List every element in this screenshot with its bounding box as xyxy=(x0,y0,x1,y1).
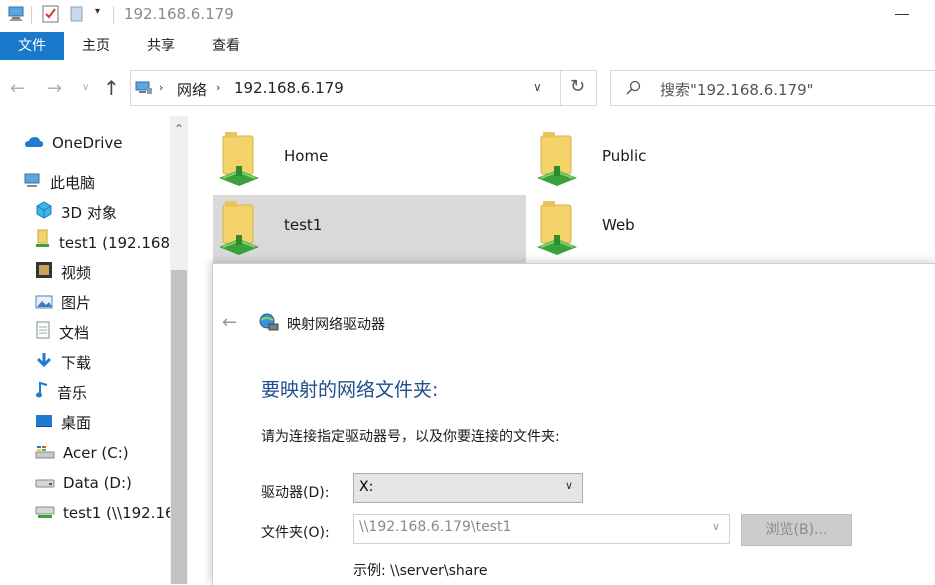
network-icon xyxy=(135,81,152,94)
sidebar-item[interactable]: 音乐 xyxy=(35,379,170,407)
3d-objects-icon xyxy=(35,200,53,228)
sidebar-item-label: 3D 对象 xyxy=(61,204,117,222)
example-text: 示例: \\server\share xyxy=(353,563,488,579)
music-icon xyxy=(35,380,49,408)
sidebar-item-label: 此电脑 xyxy=(50,174,96,192)
sidebar-item[interactable]: 文档 xyxy=(35,319,170,347)
sidebar-item[interactable]: Acer (C:) xyxy=(35,439,170,467)
drive-select-chevron-icon[interactable]: ∨ xyxy=(565,479,573,492)
ribbon-bar xyxy=(0,31,935,63)
sidebar-item[interactable]: OneDrive xyxy=(24,129,170,157)
sidebar-scroll-thumb[interactable] xyxy=(171,270,187,584)
drive-select[interactable] xyxy=(353,473,583,503)
sidebar-item[interactable]: 3D 对象 xyxy=(35,199,170,227)
documents-icon xyxy=(35,320,51,348)
this-pc-icon xyxy=(24,170,42,198)
recent-locations-chevron-icon[interactable]: ∨ xyxy=(82,82,89,93)
drive-d-icon xyxy=(35,470,55,498)
desktop-icon xyxy=(35,410,53,438)
sidebar-item[interactable]: 桌面 xyxy=(35,409,170,437)
network-share-folder-icon xyxy=(213,197,265,261)
address-dropdown-chevron-icon[interactable]: ∨ xyxy=(533,80,542,94)
properties-check-icon[interactable] xyxy=(42,5,60,23)
sidebar-item-label: Data (D:) xyxy=(63,474,132,492)
folder-item[interactable]: test1 xyxy=(213,195,526,263)
breadcrumb-network[interactable]: 网络 xyxy=(177,79,207,100)
folder-item[interactable]: Public xyxy=(531,126,844,194)
breadcrumb-chevron-icon[interactable]: › xyxy=(216,81,220,94)
tab-file[interactable]: 文件 xyxy=(0,32,64,60)
sidebar-item-label: 图片 xyxy=(61,294,92,312)
sidebar-item-label: 下载 xyxy=(61,354,92,372)
window-title: 192.168.6.179 xyxy=(124,5,234,23)
download-icon xyxy=(35,350,53,378)
title-separator xyxy=(31,6,32,24)
tab-share[interactable]: 共享 xyxy=(147,32,175,60)
sidebar-item-label: test1 (192.168.6.179) xyxy=(59,234,170,252)
folder-item[interactable]: Home xyxy=(213,126,526,194)
breadcrumb-chevron-icon[interactable]: › xyxy=(159,81,163,94)
network-drive-globe-icon xyxy=(259,313,279,331)
back-arrow-icon[interactable]: ← xyxy=(10,78,25,99)
pictures-icon xyxy=(35,290,53,318)
sidebar-item-label: Acer (C:) xyxy=(63,444,129,462)
computer-icon xyxy=(8,6,24,21)
network-share-folder-icon xyxy=(531,128,583,192)
folder-combobox-chevron-icon[interactable]: ∨ xyxy=(712,520,720,533)
new-folder-icon[interactable] xyxy=(70,6,84,22)
sidebar-item[interactable]: 图片 xyxy=(35,289,170,317)
folder-name: test1 xyxy=(284,216,323,234)
browse-button[interactable]: 浏览(B)... xyxy=(741,514,852,546)
network-share-folder-icon xyxy=(213,128,265,192)
file-list: Home Public test1 Web xyxy=(190,116,935,263)
sidebar-item[interactable]: Data (D:) xyxy=(35,469,170,497)
refresh-icon[interactable]: ↻ xyxy=(570,76,585,97)
sidebar-item[interactable]: 视频 xyxy=(35,259,170,287)
dialog-instruction: 请为连接指定驱动器号，以及你要连接的文件夹: xyxy=(261,429,560,445)
dialog-back-arrow-icon[interactable]: ← xyxy=(222,312,237,333)
forward-arrow-icon[interactable]: → xyxy=(47,78,62,99)
folder-label: 文件夹(O): xyxy=(261,525,330,541)
dialog-heading: 要映射的网络文件夹: xyxy=(261,379,439,401)
breadcrumb-host[interactable]: 192.168.6.179 xyxy=(234,79,344,97)
minimize-button[interactable] xyxy=(895,14,909,15)
quick-access-dropdown-icon[interactable]: ▾ xyxy=(95,6,100,17)
folder-name: Public xyxy=(602,147,647,165)
search-input[interactable]: 搜索"192.168.6.179" xyxy=(660,79,814,100)
sidebar-item-label: 视频 xyxy=(61,264,92,282)
sidebar-item-label: 桌面 xyxy=(61,414,92,432)
drive-select-value: X: xyxy=(359,479,374,495)
folder-item[interactable]: Web xyxy=(531,195,844,263)
tab-view[interactable]: 查看 xyxy=(212,32,240,60)
drive-label: 驱动器(D): xyxy=(261,485,330,501)
search-icon xyxy=(626,80,641,95)
network-folder-icon xyxy=(35,229,51,257)
sidebar-item[interactable]: 此电脑 xyxy=(24,169,170,197)
sidebar-item[interactable]: 下载 xyxy=(35,349,170,377)
scroll-up-arrow-icon[interactable]: ⌃ xyxy=(170,116,188,142)
video-icon xyxy=(35,260,53,288)
sidebar-item[interactable]: test1 (\\192.168.6.179) xyxy=(35,499,170,527)
folder-combobox-value[interactable]: \\192.168.6.179\test1 xyxy=(359,519,511,535)
sidebar-item[interactable]: test1 (192.168.6.179) xyxy=(35,229,170,257)
network-drive-icon xyxy=(35,500,55,528)
folder-name: Web xyxy=(602,216,635,234)
dialog-title: 映射网络驱动器 xyxy=(287,317,385,333)
onedrive-cloud-icon xyxy=(24,130,44,158)
folder-name: Home xyxy=(284,147,329,165)
sidebar-item-label: 音乐 xyxy=(57,384,88,402)
up-arrow-icon[interactable]: ↑ xyxy=(103,76,120,100)
sidebar-item-label: 文档 xyxy=(59,324,90,342)
sidebar-item-label: OneDrive xyxy=(52,134,123,152)
navigation-pane: OneDrive 此电脑 3D 对象 test1 (192.168.6.179) 视频图… xyxy=(0,116,170,584)
drive-c-icon xyxy=(35,440,55,468)
sidebar-item-label: test1 (\\192.168.6.179) xyxy=(63,504,170,522)
title-separator xyxy=(113,6,114,24)
network-share-folder-icon xyxy=(531,197,583,261)
tab-home[interactable]: 主页 xyxy=(82,32,110,60)
